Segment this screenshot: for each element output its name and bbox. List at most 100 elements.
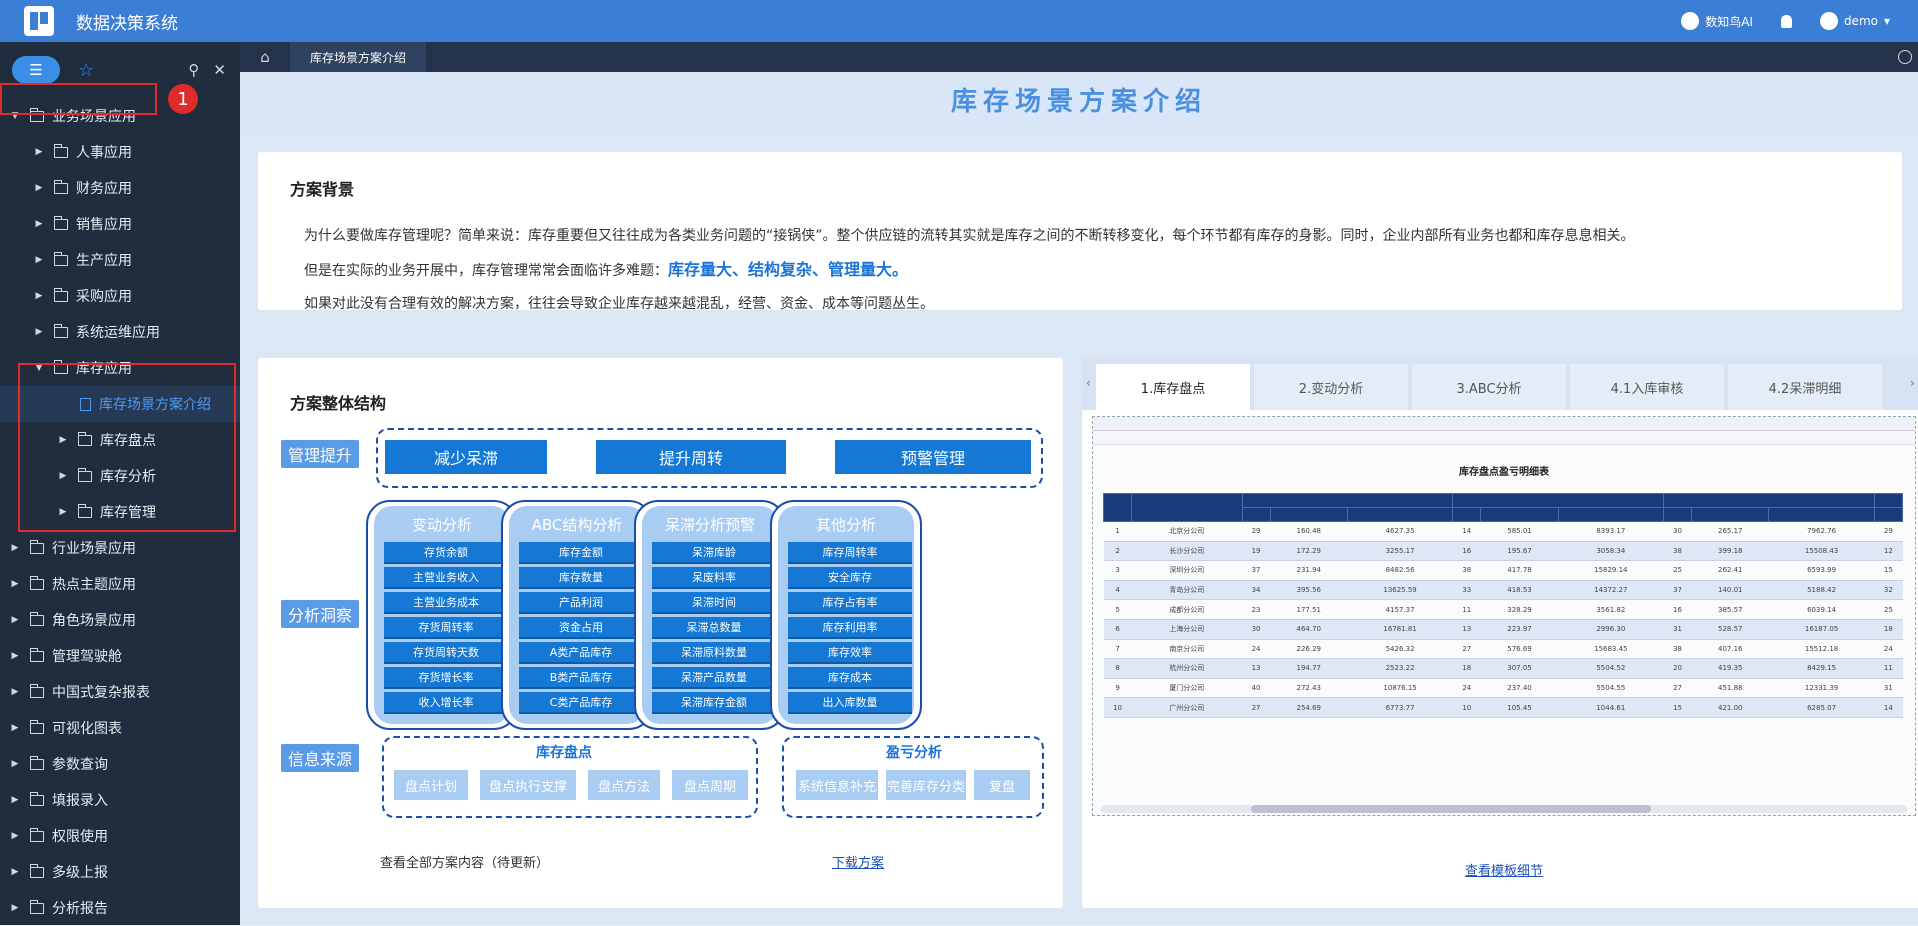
column-head: 呆滞分析预警 [664, 516, 755, 534]
tab-active[interactable]: 库存场景方案介绍 [290, 42, 427, 72]
table-cell: 31 [1874, 678, 1903, 699]
caret-right-icon[interactable]: ▶ [10, 795, 20, 805]
sidebar-item[interactable]: ▶ 销售应用 [0, 206, 240, 242]
background-line-2: 但是在实际的业务开展中，库存管理常常会面临许多难题：库存量大、结构复杂、管理量大… [304, 260, 909, 279]
sidebar-item[interactable]: ▶ 分析报告 [0, 890, 240, 926]
caret-right-icon[interactable]: ▶ [34, 147, 44, 157]
sidebar-item-label: 角色场景应用 [52, 613, 136, 629]
ai-assistant-button[interactable]: 数知鸟AI [1681, 12, 1753, 30]
caret-right-icon[interactable]: ▶ [34, 327, 44, 337]
table-cell: 395.56 [1270, 580, 1348, 601]
sidebar-item[interactable]: ▶ 财务应用 [0, 170, 240, 206]
table-row: 8 杭州分公司 13 194.77 2523.22 18 307.05 5504.52 20 41… [1103, 658, 1903, 679]
table-cell: 27 [1242, 697, 1271, 718]
sidebar-item[interactable]: ▶ 系统运维应用 [0, 314, 240, 350]
metric-cell: 呆滞原料数量 [652, 642, 776, 664]
sidebar-item[interactable]: ▶ 采购应用 [0, 278, 240, 314]
sidebar-item[interactable]: ▶ 热点主题应用 [0, 566, 240, 602]
table-cell: 307.05 [1480, 658, 1559, 679]
folder-icon [53, 251, 68, 266]
sidebar-item[interactable]: ▶ 填报录入 [0, 782, 240, 818]
metric-cell: 库存金额 [519, 542, 643, 564]
table-row: 10 广州分公司 27 254.69 6773.77 10 105.45 1044.61 15 4… [1103, 697, 1903, 718]
caret-right-icon[interactable]: ▶ [10, 723, 20, 733]
table-row: 2 长沙分公司 19 172.29 3255.17 16 195.67 3058.34 38 39… [1103, 541, 1903, 562]
download-link[interactable]: 下载方案 [832, 852, 884, 871]
table-cell: 16781.81 [1347, 619, 1453, 640]
table-cell: 3255.17 [1347, 541, 1453, 562]
table-cell: 10 [1103, 697, 1132, 718]
analysis-column: 呆滞分析预警 呆滞库龄 呆废料率 呆滞时间 呆滞总数量 呆滞原料数量 呆滞产品数量 呆滞库存金… [634, 500, 786, 730]
preview-tab[interactable]: 4.2呆滞明细 [1728, 364, 1882, 410]
home-icon[interactable]: ⌂ [240, 42, 290, 72]
caret-right-icon[interactable]: ▶ [34, 255, 44, 265]
metric-cell: C类产品库存 [519, 692, 643, 714]
table-cell: 38 [1663, 541, 1692, 562]
label-source: 信息来源 [281, 744, 359, 772]
caret-right-icon[interactable]: ▶ [10, 903, 20, 913]
profit-loss-title: 盈亏分析 [886, 745, 942, 761]
caret-right-icon[interactable]: ▶ [10, 651, 20, 661]
caret-right-icon[interactable]: ▶ [10, 759, 20, 769]
unpin-icon[interactable]: ✕ [213, 61, 226, 79]
caret-right-icon[interactable]: ▶ [10, 615, 20, 625]
ai-icon [1681, 12, 1700, 30]
sidebar-item[interactable]: ▶ 生产应用 [0, 242, 240, 278]
table-cell: 32 [1874, 580, 1903, 601]
list-view-button[interactable]: ☰ [12, 56, 60, 84]
preview-tab[interactable]: 2.变动分析 [1254, 364, 1408, 410]
sidebar-item[interactable]: ▶ 可视化图表 [0, 710, 240, 746]
caret-right-icon[interactable]: ▶ [10, 579, 20, 589]
sidebar-item[interactable]: ▶ 行业场景应用 [0, 530, 240, 566]
avatar [1819, 12, 1838, 30]
user-menu[interactable]: demo ▾ [1819, 12, 1890, 30]
reduce-stagnation-box: 减少呆滞 [385, 440, 547, 474]
sidebar-item[interactable]: ▶ 人事应用 [0, 134, 240, 170]
sidebar-item-label: 销售应用 [76, 217, 132, 233]
sidebar-item[interactable]: ▶ 中国式复杂报表 [0, 674, 240, 710]
metric-cell: 收入增长率 [384, 692, 508, 714]
table-cell: 16 [1452, 541, 1481, 562]
caret-right-icon[interactable]: ▶ [34, 183, 44, 193]
preview-card: 1.库存盘点 2.变动分析 3.ABC分析 4.1入库审核 4.2呆滞明细 ‹ › 库存… [1082, 358, 1918, 908]
caret-right-icon[interactable]: ▶ [10, 831, 20, 841]
table-cell: 6039.14 [1768, 599, 1875, 620]
search-icon[interactable]: ⚲ [188, 61, 199, 79]
metric-cell: 呆废料率 [652, 567, 776, 589]
annotation-box-1 [0, 83, 157, 115]
caret-right-icon[interactable]: ▶ [10, 867, 20, 877]
table-cell: 青岛分公司 [1131, 580, 1242, 601]
sidebar-item[interactable]: ▶ 权限使用 [0, 818, 240, 854]
preview-tab[interactable]: 4.1入库审核 [1570, 364, 1724, 410]
table-cell: 399.18 [1691, 541, 1769, 562]
table-cell: 177.51 [1270, 599, 1348, 620]
metric-cell: 主营业务收入 [384, 567, 508, 589]
tab-menu-icon[interactable] [1898, 50, 1912, 64]
table-cell: 40 [1242, 678, 1271, 699]
caret-right-icon[interactable]: ▶ [10, 687, 20, 697]
favorites-star-icon[interactable]: ☆ [78, 60, 94, 81]
view-template-link[interactable]: 查看模板细节 [1465, 864, 1543, 879]
table-cell: 464.70 [1270, 619, 1348, 640]
sidebar-item[interactable]: ▶ 参数查询 [0, 746, 240, 782]
caret-right-icon[interactable]: ▶ [34, 219, 44, 229]
bell-icon[interactable] [1780, 14, 1792, 28]
folder-icon [53, 143, 68, 158]
list-icon: ☰ [29, 61, 43, 79]
table-cell: 13625.59 [1347, 580, 1453, 601]
sidebar-item-label: 采购应用 [76, 289, 132, 305]
chevron-left-icon[interactable]: ‹ [1086, 376, 1091, 390]
sidebar-item[interactable]: ▶ 角色场景应用 [0, 602, 240, 638]
table-cell: 451.88 [1691, 678, 1769, 699]
table-cell: 15683.45 [1558, 639, 1664, 660]
caret-right-icon[interactable]: ▶ [10, 543, 20, 553]
table-cell: 6593.99 [1768, 560, 1875, 581]
chevron-right-icon[interactable]: › [1910, 376, 1915, 390]
metric-cell: 资金占用 [519, 617, 643, 639]
sidebar-item[interactable]: ▶ 多级上报 [0, 854, 240, 890]
sidebar-item[interactable]: ▶ 管理驾驶舱 [0, 638, 240, 674]
caret-right-icon[interactable]: ▶ [34, 291, 44, 301]
metric-cell: B类产品库存 [519, 667, 643, 689]
preview-tab[interactable]: 1.库存盘点 [1096, 364, 1250, 410]
preview-tab[interactable]: 3.ABC分析 [1412, 364, 1566, 410]
